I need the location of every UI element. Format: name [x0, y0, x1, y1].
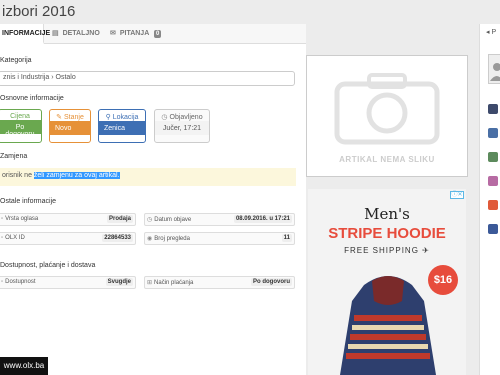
availability-value: Svugdje — [105, 278, 133, 286]
tab-bar: INFORMACIJE ▤ DETALJNO ✉ PITANJA 0 — [0, 24, 306, 44]
hash-icon: ▫ — [1, 235, 4, 241]
page-title: izbori 2016 — [2, 3, 76, 20]
cart-icon: ⊞ — [147, 280, 153, 286]
tab-pitanja-label: PITANJA — [119, 30, 149, 37]
category-breadcrumb[interactable]: znis i Industrija › Ostalo — [0, 71, 295, 86]
payment-value: Po dogovoru — [251, 278, 292, 286]
exchange-text-prefix: orisnik ne — [2, 172, 34, 179]
location-pin-icon: ⚲ — [105, 114, 111, 121]
publish-date-key-wrap: ◷ Datum objave — [147, 216, 191, 223]
views-value: 11 — [281, 234, 292, 242]
airplane-icon: ✈ — [422, 246, 430, 255]
main-panel: INFORMACIJE ▤ DETALJNO ✉ PITANJA 0 Kateg… — [0, 24, 306, 375]
ad-line-3: FREE SHIPPING ✈ — [308, 246, 466, 255]
other-info-heading: Ostale informacije — [0, 198, 57, 205]
document-icon: ▤ — [52, 30, 59, 37]
chat-icon: ✉ — [110, 30, 116, 37]
location-label-wrap: ⚲ Lokacija — [99, 110, 145, 121]
ad-line-1: Men's — [364, 205, 410, 223]
sidebar-label: P — [491, 29, 497, 36]
info-row-views: ◉ Broj pregleda 11 — [144, 232, 295, 245]
tab-informacije-label: INFORMACIJE — [2, 30, 51, 37]
clock-icon: ◷ — [161, 114, 168, 121]
ad-line-2: STRIPE HOODIE — [328, 225, 446, 242]
hoodie-image — [340, 276, 436, 375]
message-icon[interactable] — [488, 104, 498, 114]
location-box: ⚲ Lokacija Zenica — [98, 109, 146, 143]
payment-key-wrap: ⊞ Način plaćanja — [147, 279, 193, 286]
ad-shipping-text: FREE SHIPPING — [344, 246, 419, 255]
publish-date-key: Datum objave — [154, 217, 192, 223]
olx-id-value: 22864533 — [102, 234, 133, 242]
price-value: Po dogovoru — [0, 120, 41, 138]
location-label: Lokacija — [112, 114, 139, 121]
olx-id-key-wrap: ▫ OLX ID — [1, 235, 25, 241]
availability-key-wrap: ▫ Dostupnost — [1, 279, 36, 285]
info-row-payment: ⊞ Način plaćanja Po dogovoru — [144, 276, 295, 289]
ad-type-key-wrap: ▫ Vrsta oglasa — [1, 216, 38, 222]
ad-type-value: Prodaja — [106, 215, 133, 223]
publish-date-value: 08.09.2016. u 17:21 — [233, 215, 292, 223]
info-row-ad-type: ▫ Vrsta oglasa Prodaja — [0, 213, 136, 226]
exchange-alert: orisnik ne želi zamjenu za ovaj artikal. — [0, 168, 296, 186]
site-url-watermark: www.olx.ba — [0, 357, 48, 375]
exchange-heading: Zamjena — [0, 153, 28, 160]
advertisement-banner[interactable]: ⓘ✕ Men's STRIPE HOODIE FREE SHIPPING ✈ $… — [308, 189, 466, 375]
published-value: Jučer, 17:21 — [155, 121, 209, 135]
list-icon: ▫ — [1, 216, 4, 222]
user-avatar[interactable] — [488, 54, 500, 84]
views-key-wrap: ◉ Broj pregleda — [147, 235, 190, 242]
questions-count-badge: 0 — [153, 30, 162, 38]
tab-informacije[interactable]: INFORMACIJE — [0, 24, 50, 44]
location-value: Zenica — [99, 121, 145, 135]
link-icon[interactable] — [488, 128, 498, 138]
no-image-placeholder: ARTIKAL NEMA SLIKU — [306, 55, 468, 177]
cart-icon[interactable] — [488, 176, 498, 186]
phone-icon[interactable] — [488, 152, 498, 162]
tag-icon: ✎ — [56, 114, 62, 121]
tab-detaljno[interactable]: ▤ DETALJNO — [52, 24, 102, 44]
sidebar-header: ◂ P — [486, 28, 496, 36]
page: izbori 2016 INFORMACIJE ▤ DETALJNO ✉ PIT… — [0, 0, 500, 375]
ad-choices-icon[interactable]: ⓘ✕ — [450, 191, 464, 199]
exchange-text-highlight: želi zamjenu za ovaj artikal. — [33, 172, 120, 179]
price-label: Cijena — [10, 113, 30, 120]
user-icon — [490, 63, 500, 81]
ad-type-key: Vrsta oglasa — [5, 216, 39, 222]
state-label: Stanje — [64, 114, 84, 121]
availability-key: Dostupnost — [5, 279, 36, 285]
published-label: Objavljeno — [169, 114, 203, 121]
info-row-olx-id: ▫ OLX ID 22864533 — [0, 232, 136, 245]
tab-pitanja[interactable]: ✉ PITANJA 0 — [110, 24, 170, 44]
basic-info-heading: Osnovne informacije — [0, 95, 64, 102]
state-box: ✎ Stanje Novo — [49, 109, 91, 143]
published-box: ◷ Objavljeno Jučer, 17:21 — [154, 109, 210, 143]
price-box: Cijena Po dogovoru — [0, 109, 42, 143]
category-heading: Kategorija — [0, 57, 32, 64]
info-row-availability: ▫ Dostupnost Svugdje — [0, 276, 136, 289]
payment-key: Način plaćanja — [154, 280, 194, 286]
no-image-caption: ARTIKAL NEMA SLIKU — [339, 155, 435, 164]
tab-detaljno-label: DETALJNO — [62, 30, 100, 37]
alert-icon[interactable] — [488, 200, 498, 210]
eye-icon: ◉ — [147, 236, 153, 242]
facebook-icon[interactable] — [488, 224, 498, 234]
state-label-wrap: ✎ Stanje — [50, 110, 90, 121]
sidebar-caret-icon: ◂ — [486, 29, 490, 36]
state-value: Novo — [50, 121, 90, 135]
olx-id-key: OLX ID — [5, 235, 25, 241]
delivery-heading: Dostupnost, plaćanje i dostava — [0, 262, 96, 269]
published-label-wrap: ◷ Objavljeno — [155, 110, 209, 121]
views-key: Broj pregleda — [154, 236, 190, 242]
right-sidebar: ◂ P — [479, 24, 500, 375]
clock-icon: ◷ — [147, 217, 153, 223]
globe-icon: ▫ — [1, 279, 4, 285]
info-row-publish-date: ◷ Datum objave 08.09.2016. u 17:21 — [144, 213, 295, 226]
